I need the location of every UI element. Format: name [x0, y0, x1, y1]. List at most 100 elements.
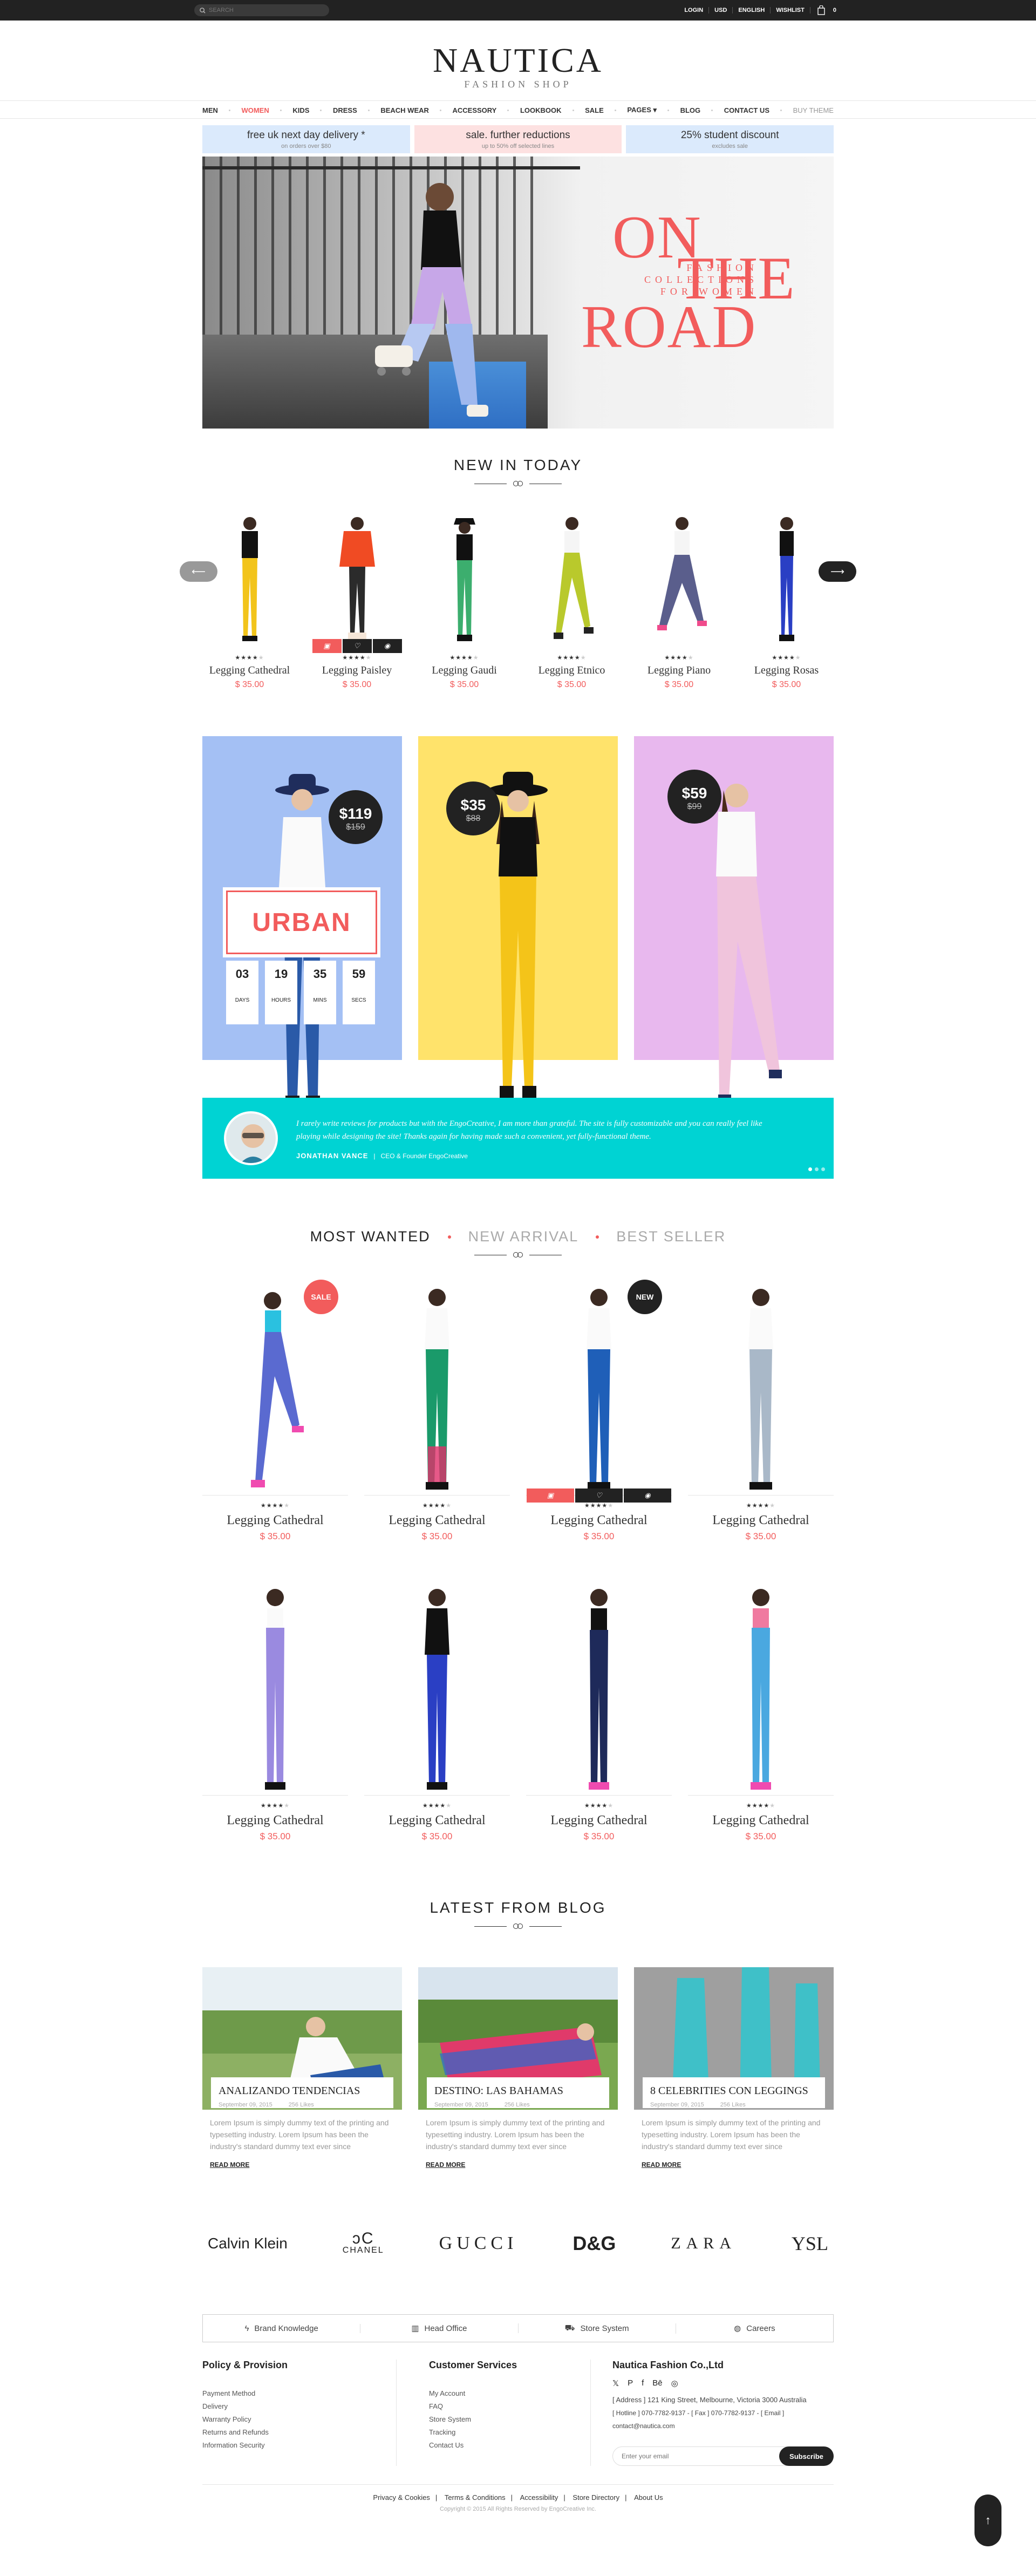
- product-name[interactable]: Legging Cathedral: [364, 1513, 510, 1528]
- product-name[interactable]: Legging Rosas: [739, 664, 834, 677]
- brand-logo-calvin-klein[interactable]: Calvin Klein: [208, 2235, 288, 2252]
- pager-dot[interactable]: [821, 1167, 825, 1171]
- add-to-cart-button[interactable]: ▣: [312, 639, 342, 653]
- cart-button[interactable]: 0: [817, 5, 842, 15]
- carousel-item[interactable]: ★★★★★ Legging Etnico $ 35.00: [524, 507, 619, 690]
- wishlist-button[interactable]: ♡: [575, 1488, 623, 1503]
- product-image[interactable]: [524, 507, 619, 648]
- carousel-item[interactable]: ★★★★★ Legging Rosas $ 35.00: [739, 507, 834, 690]
- product-image[interactable]: [632, 507, 726, 648]
- product-card[interactable]: ★★★★★ Legging Cathedral $ 35.00: [526, 1580, 672, 1842]
- footer-link[interactable]: Delivery: [202, 2400, 396, 2413]
- wishlist-link[interactable]: WISHLIST: [771, 7, 810, 13]
- login-link[interactable]: LOGIN: [679, 7, 710, 13]
- banner-lilac[interactable]: $59 $99: [634, 736, 834, 1103]
- twitter-icon[interactable]: 𝕏: [612, 2378, 619, 2388]
- bottom-link[interactable]: Accessibility: [515, 2493, 564, 2502]
- blog-post-title[interactable]: 8 CELEBRITIES CON LEGGINGS: [650, 2085, 817, 2097]
- blog-post[interactable]: DESTINO: LAS BAHAMAS September 09, 2015 2…: [418, 1967, 618, 2169]
- product-card[interactable]: ★★★★★ Legging Cathedral $ 35.00: [364, 1580, 510, 1842]
- read-more-link[interactable]: READ MORE: [202, 2161, 402, 2169]
- nav-item-sale[interactable]: SALE: [585, 106, 616, 114]
- product-image[interactable]: [417, 507, 512, 648]
- search-input[interactable]: [209, 7, 317, 13]
- product-name[interactable]: Legging Cathedral: [202, 1813, 348, 1828]
- nav-item-women[interactable]: WOMEN: [241, 106, 282, 114]
- product-image[interactable]: [202, 507, 297, 648]
- info-brand-knowledge[interactable]: ϟ Brand Knowledge: [203, 2323, 361, 2333]
- back-to-top-button[interactable]: ↑: [974, 2495, 1001, 2546]
- pager-dot[interactable]: [815, 1167, 819, 1171]
- bottom-link[interactable]: Terms & Conditions: [439, 2493, 511, 2502]
- pinterest-icon[interactable]: P: [628, 2378, 633, 2388]
- product-name[interactable]: Legging Cathedral: [364, 1813, 510, 1828]
- read-more-link[interactable]: READ MORE: [418, 2161, 618, 2169]
- banner-yellow[interactable]: $35 $88: [418, 736, 618, 1098]
- product-name[interactable]: Legging Paisley: [310, 664, 404, 677]
- footer-link[interactable]: Tracking: [429, 2426, 590, 2439]
- dribbble-icon[interactable]: ◎: [671, 2378, 678, 2388]
- footer-link[interactable]: My Account: [429, 2387, 590, 2400]
- nav-item-accessory[interactable]: ACCESSORY: [452, 106, 509, 114]
- nav-item-contact[interactable]: CONTACT US: [724, 106, 782, 114]
- product-name[interactable]: Legging Gaudi: [417, 664, 512, 677]
- info-head-office[interactable]: ▥ Head Office: [360, 2323, 519, 2333]
- nav-item-dress[interactable]: DRESS: [333, 106, 370, 114]
- subscribe-button[interactable]: Subscribe: [779, 2446, 834, 2466]
- footer-link[interactable]: Store System: [429, 2413, 590, 2426]
- pager-dot[interactable]: [808, 1167, 812, 1171]
- product-image[interactable]: [364, 1580, 510, 1796]
- nav-item-beach-wear[interactable]: BEACH WEAR: [380, 106, 441, 114]
- product-name[interactable]: Legging Etnico: [524, 664, 619, 677]
- product-name[interactable]: Legging Cathedral: [526, 1813, 672, 1828]
- blog-post-title[interactable]: ANALIZANDO TENDENCIAS: [219, 2085, 386, 2097]
- info-careers[interactable]: ◍ Careers: [676, 2323, 833, 2334]
- nav-item-lookbook[interactable]: LOOKBOOK: [520, 106, 574, 114]
- product-name[interactable]: Legging Cathedral: [202, 664, 297, 677]
- nav-item-kids[interactable]: KIDS: [292, 106, 322, 114]
- banner-urban[interactable]: $119 $159 URBAN 03 DAYS 19 HOURS 35 MINS 59…: [202, 736, 402, 1106]
- facebook-icon[interactable]: f: [642, 2378, 644, 2388]
- product-image[interactable]: ▣ ♡ ◉: [310, 507, 404, 653]
- nav-item-buy-theme[interactable]: BUY THEME: [793, 106, 834, 114]
- newsletter-email-input[interactable]: [612, 2446, 801, 2466]
- brand-logo-ysl[interactable]: YSL: [792, 2232, 828, 2255]
- brand-logo-gucci[interactable]: GUCCI: [439, 2233, 518, 2254]
- footer-link[interactable]: FAQ: [429, 2400, 590, 2413]
- quickview-button[interactable]: ◉: [372, 639, 402, 653]
- product-name[interactable]: Legging Cathedral: [526, 1513, 672, 1528]
- search-box[interactable]: [194, 4, 329, 16]
- language-select[interactable]: ENGLISH: [733, 7, 771, 13]
- brand-logo-zara[interactable]: ZARA: [671, 2234, 737, 2253]
- product-name[interactable]: Legging Cathedral: [688, 1813, 834, 1828]
- behance-icon[interactable]: Bē: [652, 2378, 662, 2388]
- currency-select[interactable]: USD: [709, 7, 733, 13]
- product-card[interactable]: NEW ▣ ♡ ◉ ★★★★★ Legging Cathedral $ 35.0…: [526, 1280, 672, 1542]
- blog-post[interactable]: 8 CELEBRITIES CON LEGGINGS September 09,…: [634, 1967, 834, 2169]
- carousel-item[interactable]: ★★★★★ Legging Piano $ 35.00: [632, 507, 726, 690]
- brand-logo-dg[interactable]: D&G: [572, 2232, 616, 2255]
- tab-best-seller[interactable]: BEST SELLER: [616, 1228, 726, 1245]
- product-image[interactable]: SALE: [202, 1280, 348, 1496]
- product-image[interactable]: [739, 507, 834, 648]
- bottom-link[interactable]: Privacy & Cookies: [367, 2493, 435, 2502]
- quickview-button[interactable]: ◉: [624, 1488, 671, 1503]
- footer-link[interactable]: Warranty Policy: [202, 2413, 396, 2426]
- brand-logo-chanel[interactable]: ↄC CHANEL: [343, 2231, 384, 2255]
- nav-item-pages[interactable]: PAGES ▾: [627, 106, 670, 114]
- product-card[interactable]: ★★★★★ Legging Cathedral $ 35.00: [364, 1280, 510, 1542]
- footer-link[interactable]: Information Security: [202, 2439, 396, 2452]
- product-card[interactable]: ★★★★★ Legging Cathedral $ 35.00: [688, 1580, 834, 1842]
- product-card[interactable]: ★★★★★ Legging Cathedral $ 35.00: [202, 1580, 348, 1842]
- product-image[interactable]: [526, 1580, 672, 1796]
- blog-post-title[interactable]: DESTINO: LAS BAHAMAS: [434, 2085, 602, 2097]
- carousel-item[interactable]: ★★★★★ Legging Gaudi $ 35.00: [417, 507, 512, 690]
- urban-label[interactable]: URBAN: [223, 887, 380, 957]
- footer-link[interactable]: Contact Us: [429, 2439, 590, 2452]
- product-name[interactable]: Legging Piano: [632, 664, 726, 677]
- promo-sale[interactable]: sale. further reductions up to 50% off s…: [414, 125, 622, 153]
- wishlist-button[interactable]: ♡: [342, 639, 372, 653]
- read-more-link[interactable]: READ MORE: [634, 2161, 834, 2169]
- hero-banner[interactable]: ON FASHION COLLECTIONS FOR WOMEN THE ROA…: [202, 157, 834, 429]
- blog-post[interactable]: ANALIZANDO TENDENCIAS September 09, 2015…: [202, 1967, 402, 2169]
